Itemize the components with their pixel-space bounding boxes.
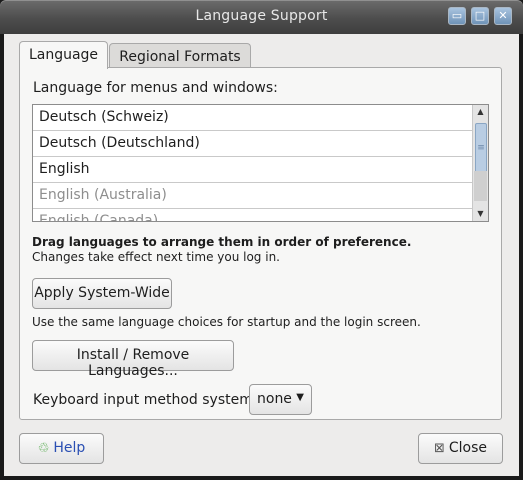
minimize-button[interactable]: ▭ [448,7,466,25]
scroll-track[interactable] [474,171,487,201]
language-row[interactable]: Deutsch (Deutschland) [33,131,473,157]
scroll-down-arrow-icon[interactable]: ▼ [475,208,486,220]
close-button[interactable]: ⊠ Close [418,433,503,464]
help-button[interactable]: ♲ Help [19,433,104,464]
language-list-scrollbar[interactable]: ▲ ≡ ▼ [472,105,488,221]
window-title: Language Support [195,8,328,24]
drag-hint-text: Drag languages to arrange them in order … [32,235,412,249]
effect-hint-text: Changes take effect next time you log in… [32,250,280,264]
language-row[interactable]: English (Australia) [33,183,473,209]
scroll-thumb[interactable]: ≡ [475,123,487,173]
language-row[interactable]: English (Canada) [33,209,473,221]
maximize-button[interactable]: □ [471,7,489,25]
keyboard-input-method-select[interactable]: none ▼ [249,384,312,415]
language-row[interactable]: Deutsch (Schweiz) [33,105,473,131]
language-list-label: Language for menus and windows: [33,80,278,96]
close-button-label: Close [448,440,488,456]
help-button-label: Help [53,440,86,456]
help-icon: ♲ [37,441,50,456]
close-icon: ⊠ [433,441,445,456]
tab-regional-formats[interactable]: Regional Formats [109,43,251,69]
dropdown-arrow-icon: ▼ [296,392,304,403]
language-row[interactable]: English [33,157,473,183]
tab-language[interactable]: Language [19,41,108,69]
language-list[interactable]: Deutsch (Schweiz) Deutsch (Deutschland) … [32,104,489,222]
keyboard-input-label: Keyboard input method system: [33,392,258,408]
scroll-up-arrow-icon[interactable]: ▲ [475,106,486,118]
keyboard-input-selected-value: none [257,391,292,407]
window-close-button[interactable]: ✕ [494,7,512,25]
same-choices-hint-text: Use the same language choices for startu… [32,315,421,329]
apply-system-wide-button[interactable]: Apply System-Wide [32,278,172,309]
install-remove-languages-button[interactable]: Install / Remove Languages... [32,340,234,379]
